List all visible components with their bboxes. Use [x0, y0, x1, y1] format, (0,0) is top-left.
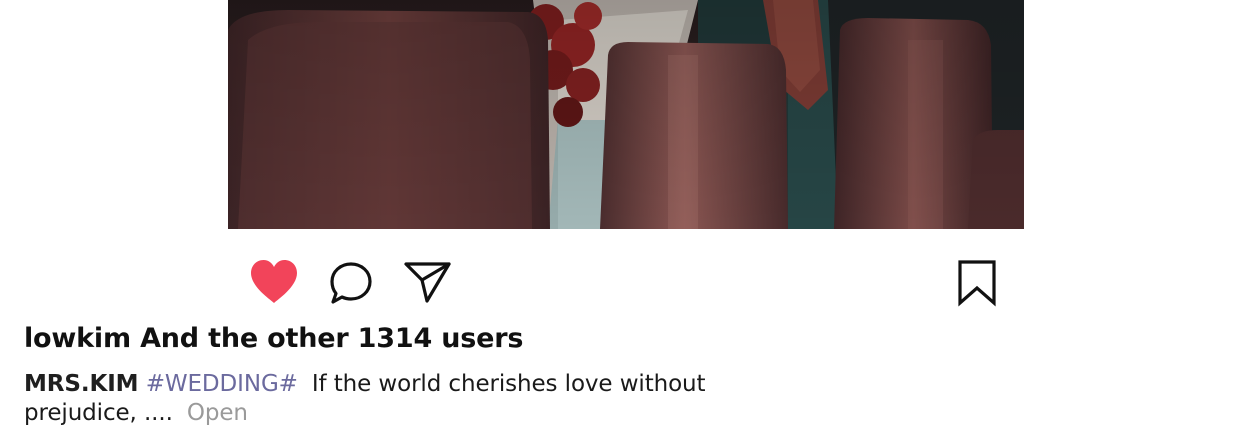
caption-more-link[interactable]: Open: [187, 400, 248, 426]
wedding-photo-image: [228, 0, 1024, 229]
caption-hashtag[interactable]: #WEDDING#: [146, 371, 298, 397]
bookmark-icon[interactable]: [957, 259, 997, 307]
action-bar: [228, 229, 1024, 319]
post-card: [228, 0, 1024, 429]
heart-icon[interactable]: [249, 259, 299, 305]
post-photo[interactable]: [228, 0, 1024, 229]
speech-bubble-icon[interactable]: [328, 261, 374, 307]
likes-count[interactable]: lowkim And the other 1314 users: [24, 323, 523, 354]
paper-plane-icon[interactable]: [403, 260, 453, 304]
post-caption: MRS.KIM #WEDDING# If the world cherishes …: [24, 370, 744, 428]
caption-username[interactable]: MRS.KIM: [24, 371, 139, 397]
